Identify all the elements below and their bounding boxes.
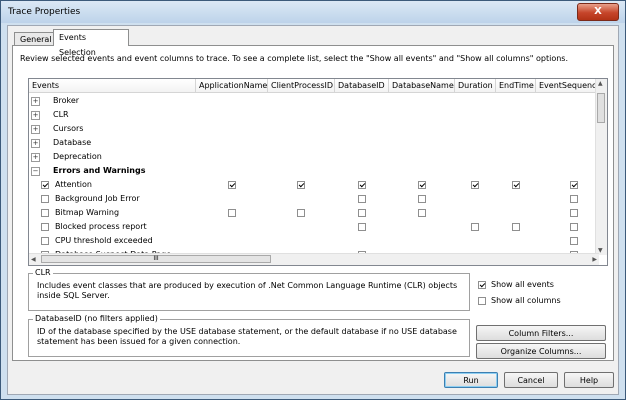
vertical-scrollbar[interactable]: ▲ ▼ (595, 79, 607, 255)
column-checkbox[interactable] (570, 237, 578, 245)
expand-icon[interactable]: + (31, 111, 40, 120)
column-checkbox[interactable] (570, 209, 578, 217)
event-select-checkbox[interactable] (41, 223, 49, 231)
event-select-checkbox[interactable] (41, 195, 49, 203)
column-checkbox[interactable] (358, 195, 366, 203)
event-select-checkbox[interactable] (41, 209, 49, 217)
column-description-text: ID of the database specified by the USE … (37, 327, 457, 346)
column-checkbox[interactable] (228, 181, 236, 189)
collapse-icon[interactable]: − (31, 167, 40, 176)
column-header-databaseid[interactable]: DatabaseID (335, 79, 389, 93)
event-row[interactable]: Background Job Error (29, 192, 599, 206)
event-label: Background Job Error (55, 194, 140, 203)
expand-icon[interactable]: + (31, 97, 40, 106)
trace-properties-window: Trace Properties X General Events Select… (0, 0, 626, 400)
column-description-title: DatabaseID (no filters applied) (33, 314, 160, 323)
tab-events-selection[interactable]: Events Selection (53, 29, 129, 57)
column-header-duration[interactable]: Duration (455, 79, 496, 93)
category-label: Database (53, 138, 92, 147)
close-button[interactable]: X (577, 3, 619, 21)
expand-icon[interactable]: + (31, 153, 40, 162)
event-row[interactable]: Attention (29, 178, 599, 192)
run-button[interactable]: Run (444, 372, 498, 388)
events-grid[interactable]: Events ApplicationName ClientProcessID D… (28, 78, 608, 266)
column-checkbox[interactable] (570, 195, 578, 203)
event-row[interactable]: CPU threshold exceeded (29, 234, 599, 248)
expand-icon[interactable]: + (31, 125, 40, 134)
show-all-events-label: Show all events (491, 280, 554, 289)
scroll-left-icon[interactable]: ◀ (31, 256, 36, 263)
column-checkbox[interactable] (358, 181, 366, 189)
scroll-right-icon[interactable]: ▶ (592, 256, 597, 263)
event-label: Bitmap Warning (55, 208, 120, 217)
column-header-databasename[interactable]: DatabaseName (389, 79, 455, 93)
category-label: CLR (53, 110, 69, 119)
column-checkbox[interactable] (297, 209, 305, 217)
column-header-eventsequence[interactable]: EventSequence (536, 79, 598, 93)
event-label: Attention (55, 180, 92, 189)
column-header-applicationname[interactable]: ApplicationName (196, 79, 268, 93)
category-row-cursors[interactable]: + Cursors (29, 122, 599, 136)
cancel-button[interactable]: Cancel (504, 372, 558, 388)
column-checkbox[interactable] (418, 195, 426, 203)
column-checkbox[interactable] (228, 209, 236, 217)
category-row-deprecation[interactable]: + Deprecation (29, 150, 599, 164)
event-select-checkbox[interactable] (41, 237, 49, 245)
show-all-events-checkbox[interactable] (478, 281, 486, 289)
show-all-columns-checkbox[interactable] (478, 297, 486, 305)
event-description-title: CLR (33, 268, 53, 277)
category-row-errors-and-warnings[interactable]: − Errors and Warnings (29, 164, 599, 178)
expand-icon[interactable]: + (31, 139, 40, 148)
horizontal-scrollbar[interactable]: ◀ III ▶ (29, 253, 599, 265)
event-row[interactable]: Bitmap Warning (29, 206, 599, 220)
description-text: Review selected events and event columns… (20, 54, 568, 63)
category-label: Broker (53, 96, 80, 105)
vertical-scroll-thumb[interactable] (597, 93, 605, 123)
category-label: Cursors (53, 124, 84, 133)
event-description-text: Includes event classes that are produced… (37, 281, 458, 300)
column-header-clientprocessid[interactable]: ClientProcessID (268, 79, 335, 93)
event-row[interactable]: Blocked process report (29, 220, 599, 234)
show-all-columns-label: Show all columns (491, 296, 561, 305)
column-checkbox[interactable] (418, 209, 426, 217)
column-filters-button[interactable]: Column Filters... (476, 325, 606, 341)
horizontal-scroll-thumb[interactable]: III (41, 255, 271, 263)
event-label: CPU threshold exceeded (55, 236, 153, 245)
category-label: Deprecation (53, 152, 102, 161)
column-checkbox[interactable] (512, 181, 520, 189)
column-checkbox[interactable] (570, 181, 578, 189)
category-row-broker[interactable]: + Broker (29, 94, 599, 108)
column-checkbox[interactable] (471, 181, 479, 189)
category-row-clr[interactable]: + CLR (29, 108, 599, 122)
help-button[interactable]: Help (564, 372, 614, 388)
column-checkbox[interactable] (471, 223, 479, 231)
column-checkbox[interactable] (358, 209, 366, 217)
column-checkbox[interactable] (512, 223, 520, 231)
title-bar[interactable]: Trace Properties X (1, 1, 625, 23)
dialog-body: General Events Selection Review selected… (7, 25, 619, 395)
column-checkbox[interactable] (570, 223, 578, 231)
tab-general[interactable]: General (14, 32, 54, 45)
scroll-up-icon[interactable]: ▲ (598, 80, 603, 87)
column-description-group: DatabaseID (no filters applied) ID of th… (28, 314, 470, 357)
event-description-group: CLR Includes event classes that are prod… (28, 268, 470, 311)
column-checkbox[interactable] (418, 181, 426, 189)
event-label: Blocked process report (55, 222, 147, 231)
column-checkbox[interactable] (358, 223, 366, 231)
column-checkbox[interactable] (297, 181, 305, 189)
column-header-events[interactable]: Events (29, 79, 196, 93)
organize-columns-button[interactable]: Organize Columns... (476, 343, 606, 359)
window-title: Trace Properties (8, 7, 81, 17)
column-header-endtime[interactable]: EndTime (496, 79, 536, 93)
category-label: Errors and Warnings (53, 166, 146, 175)
category-row-database[interactable]: + Database (29, 136, 599, 150)
event-select-checkbox[interactable] (41, 181, 49, 189)
